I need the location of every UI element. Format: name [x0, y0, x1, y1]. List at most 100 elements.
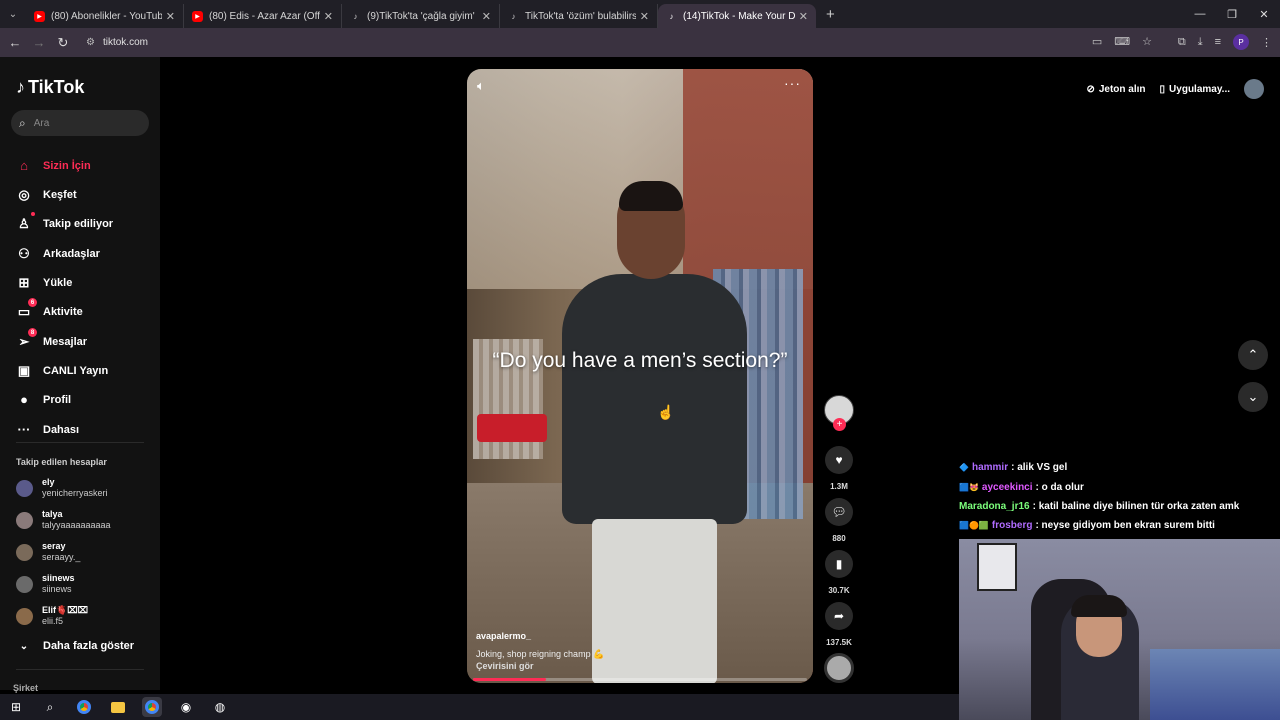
- followed-account[interactable]: ely yenicherryaskeri: [16, 477, 108, 499]
- friends-icon: ⚇: [18, 246, 30, 261]
- save-button[interactable]: ▮: [825, 550, 853, 578]
- chat-message: Maradona_jr16: katil baline diye bilinen…: [959, 501, 1239, 512]
- previous-video-button[interactable]: ⌃: [1238, 340, 1268, 370]
- sidebar-item-profile[interactable]: ● Profil: [16, 392, 71, 407]
- sidebar-item-label: Aktivite: [43, 306, 83, 318]
- tab-title: (80) Edis - Azar Azar (Official Vi: [209, 10, 320, 22]
- sidebar-item-home[interactable]: ⌂ Sizin İçin: [16, 158, 91, 173]
- like-button[interactable]: ♥: [825, 446, 853, 474]
- video-more-icon[interactable]: ···: [784, 75, 801, 91]
- chevron-up-icon: ⌃: [1247, 347, 1259, 362]
- chrome-active-icon[interactable]: [142, 697, 162, 717]
- translate-icon[interactable]: ⌨: [1114, 35, 1130, 48]
- search-input[interactable]: ⌕ Ara: [11, 110, 149, 136]
- sidebar-item-label: Arkadaşlar: [43, 248, 100, 260]
- notification-dot: [31, 212, 35, 216]
- sidebar-item-more[interactable]: ··· Dahası: [16, 422, 80, 437]
- avatar: [16, 607, 33, 625]
- bookmark-star-icon[interactable]: ☆: [1142, 35, 1152, 48]
- sidebar-item-following[interactable]: ♙ Takip ediliyor: [16, 212, 113, 232]
- address-bar: ← → ↻ ⚙ tiktok.com ▭ ⌨ ☆ ⧉ ⤓ ≡ P ⋮: [0, 28, 1280, 57]
- account-username: yenicherryaskeri: [42, 488, 108, 498]
- folder-shape: [111, 701, 125, 713]
- browser-tab[interactable]: ♪ TikTok'ta 'özüm' bulabilirsiniz | ✕: [500, 4, 658, 28]
- close-tab-icon[interactable]: ✕: [324, 10, 333, 23]
- back-icon[interactable]: ←: [3, 35, 27, 50]
- profile-icon[interactable]: P: [1233, 34, 1249, 50]
- more-icon: ···: [17, 422, 31, 437]
- followed-accounts-title: Takip edilen hesaplar: [16, 457, 107, 467]
- tiktok-icon: ♪: [353, 11, 358, 21]
- comment-button[interactable]: 💬︎: [825, 498, 853, 526]
- url-text: tiktok.com: [102, 37, 148, 48]
- sidebar-item-label: CANLI Yayın: [43, 365, 109, 377]
- browser-tab[interactable]: ♪ (9)TikTok'ta 'çağla giyim' bulab ✕: [342, 4, 500, 28]
- sidebar-item-upload[interactable]: ⊞ Yükle: [16, 275, 73, 291]
- forward-icon[interactable]: →: [27, 35, 51, 50]
- followed-account[interactable]: seray seraayy._: [16, 541, 80, 563]
- sidebar-item-compass[interactable]: ◎ Keşfet: [16, 187, 76, 203]
- account-name: siinews: [42, 573, 75, 583]
- close-tab-icon[interactable]: ✕: [799, 10, 808, 23]
- music-disc-icon[interactable]: [824, 653, 854, 683]
- url-field[interactable]: ⚙ tiktok.com: [80, 31, 1140, 54]
- sidebar-item-messages[interactable]: ➢ 8 Mesajlar: [16, 328, 87, 350]
- new-tab-button[interactable]: +: [826, 6, 835, 23]
- site-info-icon[interactable]: ⚙: [86, 37, 95, 48]
- sidebar-item-activity[interactable]: ▭ 6 Aktivite: [16, 298, 83, 320]
- close-tab-icon[interactable]: ✕: [166, 10, 175, 23]
- extensions-icon[interactable]: ⧉: [1178, 36, 1186, 49]
- cast-icon[interactable]: ▭: [1092, 35, 1102, 48]
- share-button[interactable]: ➦: [825, 602, 853, 630]
- browser-tab[interactable]: ▶ (80) Abonelikler - YouTube ✕: [26, 4, 184, 28]
- tab-search-icon[interactable]: ⌄: [0, 0, 26, 28]
- followed-account[interactable]: siinews siinews: [16, 573, 75, 595]
- next-video-button[interactable]: ⌄: [1238, 382, 1268, 412]
- video-author[interactable]: avapalermo_: [476, 631, 531, 641]
- chrome-logo: [145, 700, 159, 714]
- chat-text: : alik VS gel: [1011, 462, 1068, 473]
- taskbar-search-icon[interactable]: ⌕: [40, 697, 60, 717]
- media-control-icon[interactable]: ≡: [1215, 36, 1221, 48]
- menu-icon[interactable]: ⋮: [1261, 36, 1272, 49]
- get-app-button[interactable]: ▯ Uygulamay...: [1160, 84, 1230, 95]
- video-player[interactable]: “Do you have a men’s section?” 🔈︎ ··· ☝ …: [467, 69, 813, 683]
- followed-account[interactable]: Elif🫀⌧⌧ elii.f5: [16, 605, 88, 627]
- follow-plus-icon[interactable]: +: [833, 418, 846, 431]
- video-person-hair: [619, 181, 683, 211]
- sidebar-item-friends[interactable]: ⚇ Arkadaşlar: [16, 246, 100, 262]
- reload-icon[interactable]: ↻: [51, 35, 75, 51]
- get-coins-button[interactable]: ⊘ Jeton alın: [1086, 84, 1145, 95]
- tiktok-logo[interactable]: ♪ TikTok: [16, 77, 84, 98]
- user-avatar[interactable]: [1244, 79, 1264, 99]
- discord-icon[interactable]: ◍: [210, 697, 230, 717]
- video-scene-red-shirts: [477, 414, 547, 442]
- close-tab-icon[interactable]: ✕: [640, 10, 649, 23]
- sidebar-item-live[interactable]: ▣ CANLI Yayın: [16, 363, 108, 379]
- file-explorer-icon[interactable]: [108, 697, 128, 717]
- show-more-button[interactable]: ⌄ Daha fazla göster: [16, 640, 134, 652]
- restore-icon[interactable]: ❐: [1216, 0, 1248, 28]
- sidebar-item-label: Yükle: [43, 277, 73, 289]
- company-link[interactable]: Şirket: [13, 683, 38, 693]
- search-icon: ⌕: [19, 115, 26, 130]
- volume-icon[interactable]: 🔈︎: [477, 78, 485, 94]
- sidebar: ♪ TikTok ⌕ Ara ⌂ Sizin İçin ◎ Keşfet ♙ Takip …: [0, 57, 160, 693]
- obs-icon[interactable]: ◉: [176, 697, 196, 717]
- minimize-icon[interactable]: —: [1184, 0, 1216, 28]
- account-name: Elif🫀⌧⌧: [42, 605, 88, 615]
- windows-start-icon[interactable]: ⊞: [6, 697, 26, 717]
- video-progress-bar[interactable]: [473, 678, 807, 681]
- streamer-webcam: [959, 539, 1280, 720]
- close-tab-icon[interactable]: ✕: [482, 10, 491, 23]
- close-window-icon[interactable]: ✕: [1248, 0, 1280, 28]
- download-icon[interactable]: ⤓: [1198, 36, 1203, 49]
- home-icon: ⌂: [20, 158, 28, 173]
- chat-username: hammir: [971, 462, 1009, 473]
- compass-icon: ◎: [18, 187, 30, 202]
- chrome-icon[interactable]: [74, 697, 94, 717]
- followed-account[interactable]: talya talyyaaaaaaaaaa: [16, 509, 111, 531]
- browser-tab[interactable]: ▶ (80) Edis - Azar Azar (Official Vi ✕: [184, 4, 342, 28]
- browser-tab[interactable]: ♪ (14)TikTok - Make Your Day ✕: [658, 4, 816, 28]
- see-translation-link[interactable]: Çevirisini gör: [476, 661, 534, 671]
